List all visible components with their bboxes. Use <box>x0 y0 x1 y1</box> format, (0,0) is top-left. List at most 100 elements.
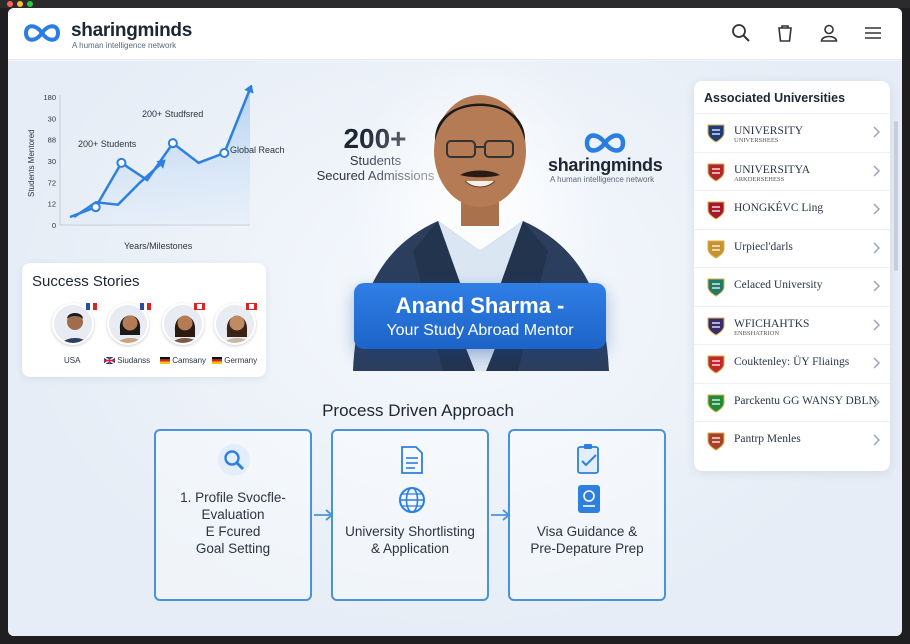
magnifier-icon <box>218 444 250 476</box>
chevron-right-icon[interactable] <box>872 126 880 138</box>
y-tick-label: 0 <box>52 221 56 230</box>
chevron-right-icon[interactable] <box>872 203 880 215</box>
germany-flag-icon <box>212 357 222 364</box>
close-window-button[interactable] <box>7 1 13 7</box>
app-window: sharingminds A human intelligence networ… <box>8 8 902 636</box>
passport-icon <box>578 485 600 513</box>
chevron-right-icon[interactable] <box>872 318 880 331</box>
university-name: Pantrp Menles <box>734 433 801 445</box>
chevron-right-icon[interactable] <box>872 357 880 369</box>
success-stories-card: Success Stories USA Siudanss Camsany Ger… <box>22 263 266 377</box>
main-content: 0 12 72 30 88 30 180 200+ Students 200+ Studfs… <box>8 61 902 636</box>
university-name: HONGKÉVC Ling <box>734 202 824 214</box>
step-1-line: Evaluation <box>201 507 265 522</box>
chevron-right-icon[interactable] <box>872 241 880 254</box>
window-titlebar <box>0 0 910 8</box>
checklist-icon <box>577 444 599 474</box>
infinity-logo-icon <box>584 133 626 153</box>
universities-title: Associated Universities <box>704 91 846 105</box>
bag-icon[interactable] <box>774 22 796 44</box>
mentor-name: Anand Sharma - <box>395 293 565 318</box>
university-crest-icon <box>707 432 725 451</box>
university-name: Parckentu GG WANSY DBLN <box>734 394 877 407</box>
y-tick-label: 88 <box>48 136 56 145</box>
chevron-right-icon[interactable] <box>872 280 880 292</box>
chevron-right-icon[interactable] <box>872 164 880 177</box>
country-label: USA <box>64 356 81 365</box>
university-row[interactable]: Parckentu GG WANSY DBLN <box>694 382 890 421</box>
chart-point <box>167 138 178 149</box>
y-tick-label: 12 <box>48 200 56 209</box>
y-tick-label: 72 <box>48 178 56 187</box>
university-name: Urpiecl'darls <box>734 240 793 253</box>
university-crest-icon <box>707 201 725 220</box>
chart-annotation-3: Global Reach <box>230 145 285 155</box>
university-subtitle: UNIVERSHEES <box>734 137 779 144</box>
step-3-line: Visa Guidance & <box>536 524 638 539</box>
canada-flag-icon <box>246 303 257 310</box>
infinity-logo-icon[interactable] <box>22 22 62 44</box>
center-brand-name: sharingminds <box>548 155 663 175</box>
y-tick-label: 30 <box>48 157 56 166</box>
university-row[interactable]: UNIVERSITYA ARKDERSEHESS <box>694 151 890 190</box>
chart-point <box>219 148 230 158</box>
chevron-right-icon[interactable] <box>872 395 880 408</box>
university-crest-icon <box>707 278 725 297</box>
university-row[interactable]: WFICHAHTKS ENBSHATRION <box>694 305 890 344</box>
chart-y-label: Students Mentored <box>27 129 36 197</box>
y-tick-label: 180 <box>43 93 56 102</box>
university-subtitle: ENBSHATRION <box>734 329 780 337</box>
top-header: sharingminds A human intelligence networ… <box>8 8 902 60</box>
university-crest-icon <box>707 163 725 182</box>
step-1-line: 1. Profile Svocfle- <box>180 490 286 505</box>
chart-annotation-2: 200+ Studfsred <box>142 109 203 119</box>
process-step-shortlisting[interactable]: University Shortlisting & Application <box>331 429 489 601</box>
universities-panel: Associated Universities UNIVERSITY UNIVER… <box>694 81 890 471</box>
mentor-name-card: Anand Sharma - Your Study Abroad Mentor <box>354 283 606 349</box>
minimize-window-button[interactable] <box>17 1 23 7</box>
university-row[interactable]: Urpiecl'darls <box>694 228 890 267</box>
step-3-line: Pre-Depature Prep <box>530 541 644 556</box>
brand-name[interactable]: sharingminds <box>71 20 192 42</box>
germany-flag-icon <box>160 357 170 364</box>
university-crest-icon <box>707 394 725 413</box>
university-crest-icon <box>707 355 725 374</box>
university-name: UNIVERSITY <box>734 125 803 137</box>
user-icon[interactable] <box>818 22 840 44</box>
country-label: Germany <box>212 356 257 365</box>
canada-flag-icon <box>194 303 205 310</box>
university-row[interactable]: Pantrp Menles <box>694 421 890 459</box>
brand-tagline: A human intelligence network <box>72 41 177 50</box>
university-row[interactable]: HONGKÉVC Ling <box>694 190 890 228</box>
university-row[interactable]: UNIVERSITY UNIVERSHEES <box>694 113 890 151</box>
country-label: Camsany <box>160 356 206 365</box>
growth-chart: 0 12 72 30 88 30 180 200+ Students 200+ Studfs… <box>27 85 285 251</box>
process-step-profile[interactable]: 1. Profile Svocfle- Evaluation Ε Fcured … <box>154 429 312 601</box>
chart-annotation-1: 200+ Students <box>78 139 137 149</box>
university-name: UNIVERSITYA <box>734 163 811 176</box>
maximize-window-button[interactable] <box>27 1 33 7</box>
process-step-visa[interactable]: Visa Guidance & Pre-Depature Prep <box>508 429 666 601</box>
search-icon[interactable] <box>730 22 752 44</box>
university-name: Celaced University <box>734 279 823 291</box>
university-row[interactable]: Couktenley: ÜY Fliaings <box>694 344 890 382</box>
globe-icon <box>399 487 425 513</box>
university-crest-icon <box>707 124 725 143</box>
center-brand-tagline: A human intelligence network <box>550 175 655 184</box>
university-subtitle: ARKDERSEHESS <box>734 175 785 183</box>
chevron-right-icon[interactable] <box>872 434 880 446</box>
chart-point <box>90 202 101 213</box>
document-icon <box>401 446 423 474</box>
university-row[interactable]: Celaced University <box>694 267 890 305</box>
menu-icon[interactable] <box>862 22 884 44</box>
universities-scrollbar[interactable] <box>894 121 898 271</box>
y-axis-ticks: 0 12 72 30 88 30 180 <box>43 93 56 230</box>
chart-x-label: Years/Milestones <box>124 241 193 251</box>
mentor-role: Your Study Abroad Mentor <box>386 322 574 339</box>
step-2-line: & Application <box>370 541 450 556</box>
process-title: Process Driven Approach <box>322 401 514 420</box>
university-crest-icon <box>707 240 725 259</box>
university-crest-icon <box>707 317 725 336</box>
y-tick-label: 30 <box>48 114 56 123</box>
france-flag-icon <box>140 303 151 310</box>
